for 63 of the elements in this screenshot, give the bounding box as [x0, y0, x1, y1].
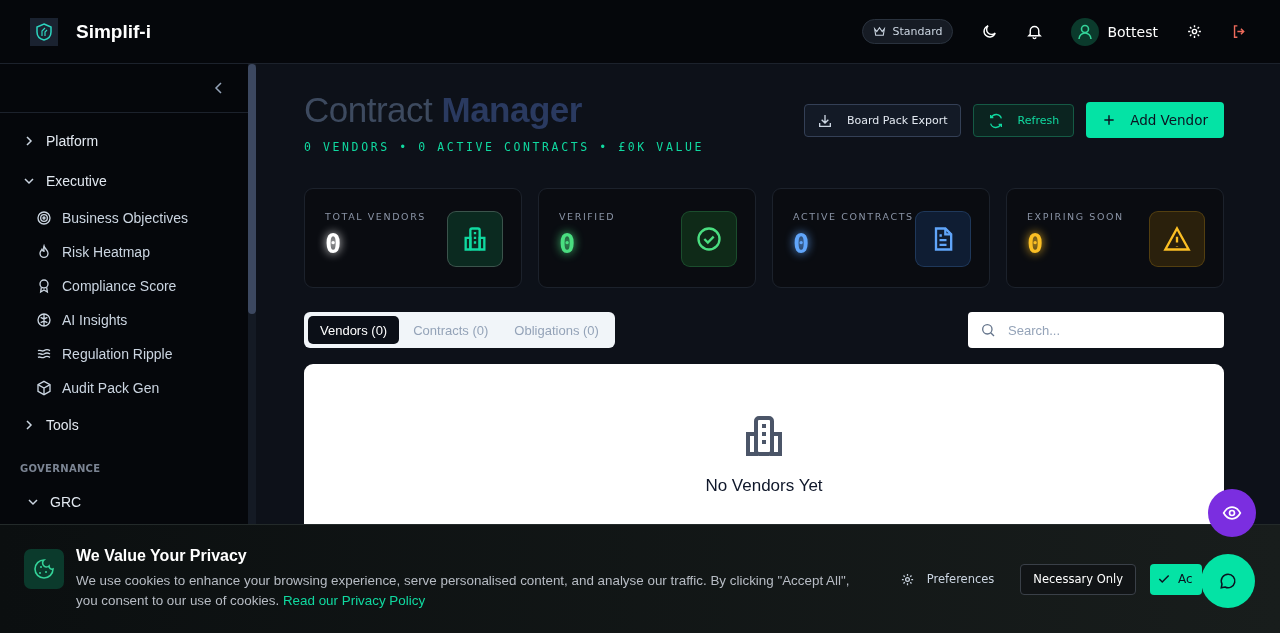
chevron-icon — [24, 176, 34, 186]
preferences-button[interactable]: Preferences — [893, 570, 1001, 588]
refresh-button[interactable]: Refresh — [972, 104, 1075, 137]
chevron-icon — [24, 420, 34, 430]
chevron-left-icon[interactable] — [214, 82, 224, 94]
search-icon — [980, 322, 996, 338]
cube-icon — [36, 380, 52, 396]
user-name[interactable]: Bottest — [1107, 23, 1158, 40]
chevron-icon — [24, 136, 34, 146]
warning-icon — [1163, 225, 1191, 253]
stat-value: 0 — [559, 228, 577, 259]
cookie-message: We use cookies to enhance your browsing experience, serve personalised content, and analyse our traffic. By clicking "Accept All", you consent to our use of cookies. Read our Privacy Policy — [76, 572, 851, 610]
stat-label: ACTIVE CONTRACTS — [793, 211, 914, 222]
accept-button[interactable]: Ac — [1150, 563, 1202, 595]
bell-icon[interactable] — [1026, 23, 1044, 40]
privacy-policy-link[interactable]: Read our Privacy Policy — [282, 593, 426, 608]
stat-value: 0 — [325, 228, 343, 259]
target-icon — [36, 210, 52, 226]
nav-item[interactable]: Audit Pack Gen — [0, 371, 248, 405]
section-heading: GOVERNANCE — [19, 462, 102, 476]
empty-title: No Vendors Yet — [705, 476, 823, 496]
nav-item[interactable]: AI Insights — [0, 303, 248, 337]
scrollbar[interactable] — [248, 64, 256, 524]
refresh-icon — [987, 112, 1004, 129]
nav-group[interactable]: GRC — [0, 482, 248, 522]
crown-icon — [873, 25, 887, 38]
search-field[interactable]: Search... — [968, 312, 1224, 348]
check-circle-icon — [695, 225, 723, 253]
brand-name: Simplif-i — [76, 20, 151, 43]
plus-icon — [1102, 113, 1117, 127]
brain-icon — [36, 312, 52, 328]
ribbon-icon — [36, 278, 52, 294]
check-icon — [1157, 572, 1171, 586]
stat-label: VERIFIED — [559, 211, 616, 222]
export-button[interactable]: Board Pack Export — [803, 104, 961, 137]
stat-label: TOTAL VENDORS — [325, 211, 426, 222]
cookie-title: We Value Your Privacy — [76, 547, 248, 565]
moon-icon[interactable] — [981, 23, 999, 40]
eye-icon — [1222, 503, 1242, 523]
nav-group[interactable]: Platform — [0, 121, 248, 161]
stat-value: 0 — [1027, 228, 1045, 259]
necessary-only-button[interactable]: Necessary Only — [1020, 563, 1136, 595]
nav-item[interactable]: Risk Heatmap — [0, 235, 248, 269]
page-title: Contract Manager — [304, 90, 583, 130]
page-subtitle: 0 VENDORS • 0 ACTIVE CONTRACTS • £0K VALUE — [304, 140, 704, 154]
download-icon — [816, 112, 833, 129]
avatar-icon[interactable] — [1071, 17, 1100, 46]
cookie-icon — [24, 549, 64, 589]
nav-item[interactable]: Business Objectives — [0, 201, 248, 235]
nav-item[interactable]: Compliance Score — [0, 269, 248, 303]
nav-item[interactable]: Regulation Ripple — [0, 337, 248, 371]
stat-value: 0 — [793, 228, 811, 259]
logout-icon[interactable] — [1231, 23, 1248, 40]
chevron-icon — [28, 497, 38, 507]
flame-icon — [36, 244, 52, 260]
nav-group[interactable]: Tools — [0, 405, 248, 445]
tab[interactable]: Vendors (0) — [308, 316, 400, 344]
shield-logo-icon — [30, 17, 58, 46]
plan-badge[interactable]: Standard — [862, 19, 954, 44]
chat-bubble-icon — [1219, 572, 1237, 590]
nav-group[interactable]: Executive — [0, 161, 248, 201]
add-button[interactable]: Add Vendor — [1086, 102, 1224, 138]
stat-label: EXPIRING SOON — [1027, 211, 1124, 222]
